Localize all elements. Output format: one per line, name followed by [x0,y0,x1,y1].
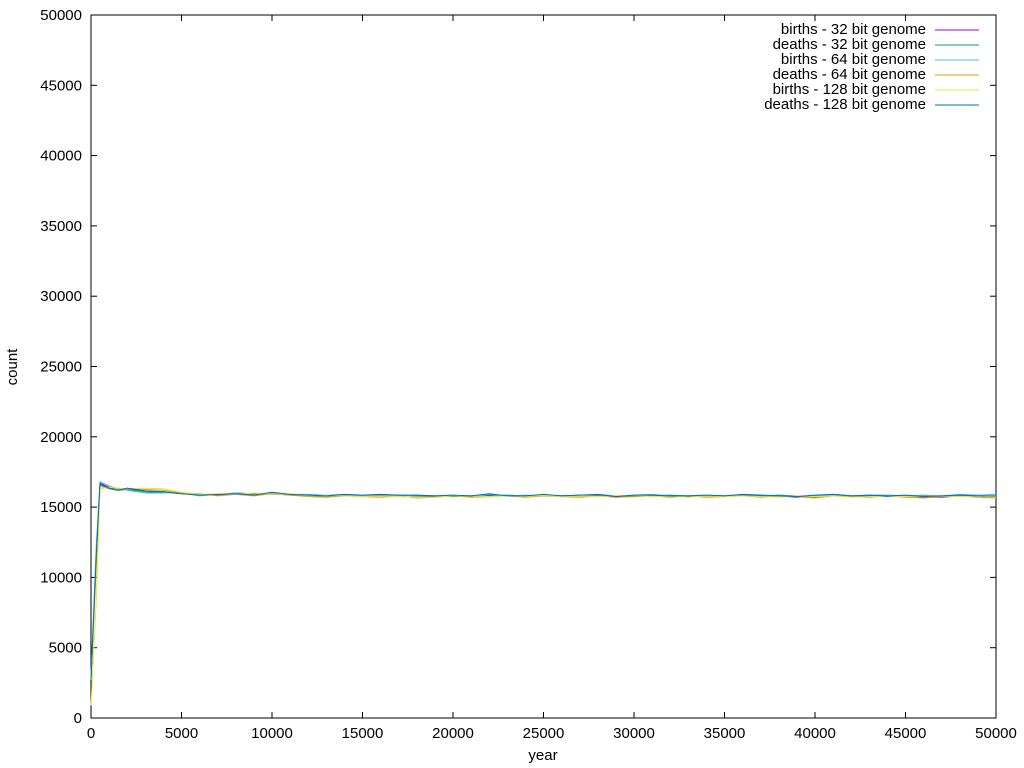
series-line-1 [90,482,997,679]
y-tick-label: 45000 [40,77,82,94]
x-tick-label: 45000 [885,725,927,742]
y-tick-label: 10000 [40,569,82,586]
series-line-3 [90,481,997,676]
series-lines [90,481,997,706]
y-axis-label: count [4,348,21,386]
x-tick-label: 15000 [342,725,384,742]
plot-area-border [90,14,997,719]
x-tick-label: 0 [87,725,95,742]
y-tick-label: 30000 [40,288,82,305]
x-tick-label: 35000 [704,725,746,742]
y-tick-label: 25000 [40,359,82,376]
y-tick-label: 20000 [40,429,82,446]
y-tick-label: 50000 [40,7,82,24]
x-tick-label: 25000 [523,725,565,742]
legend-label: deaths - 128 bit genome [764,96,926,113]
legend: births - 32 bit genomedeaths - 32 bit ge… [764,21,979,113]
axis-ticks: 0 5000 10000 15000 20000 25000 30000 35000 40000… [40,7,1017,742]
series-line-4 [90,485,997,678]
series-line-5 [90,486,997,706]
x-tick-label: 30000 [613,725,655,742]
series-line-6 [90,483,996,681]
x-tick-label: 50000 [975,725,1017,742]
y-tick-label: 5000 [49,640,82,657]
x-tick-label: 5000 [165,725,198,742]
y-tick-label: 0 [74,710,82,727]
x-tick-label: 40000 [794,725,836,742]
y-tick-label: 40000 [40,148,82,165]
line-chart: 0 5000 10000 15000 20000 25000 30000 35000 40000… [4,7,1017,764]
y-tick-label: 35000 [40,218,82,235]
x-axis-label: year [528,747,557,764]
x-tick-label: 10000 [251,725,293,742]
x-tick-label: 20000 [432,725,474,742]
y-tick-label: 15000 [40,499,82,516]
series-line-2 [90,483,997,679]
